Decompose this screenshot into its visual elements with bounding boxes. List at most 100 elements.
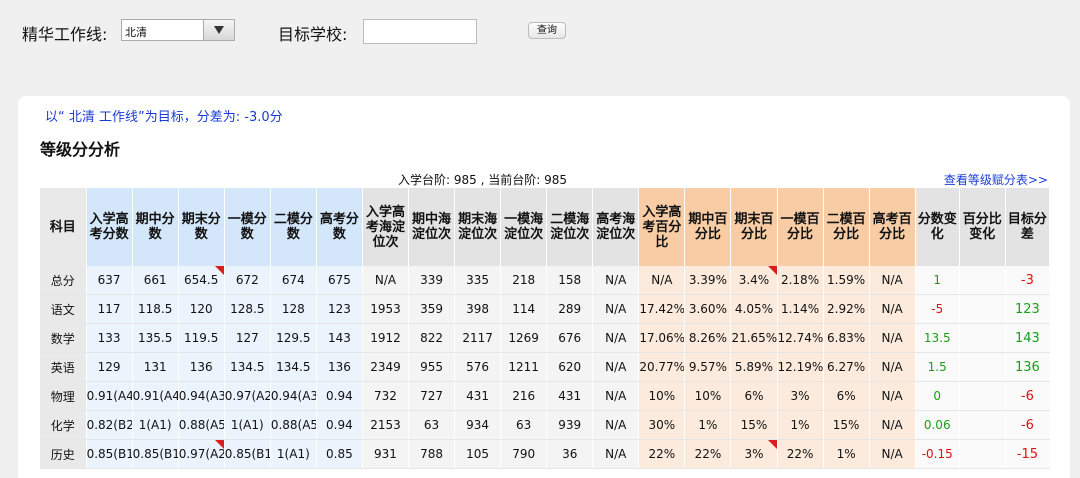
cell-value: 0.94 [326,389,353,403]
table-cell: 790 [500,439,548,469]
cell-value: 20.77% [639,360,685,374]
cell-value: 化学 [50,418,75,433]
query-button[interactable]: 查询 [528,22,566,39]
table-cell: 12.74% [777,323,824,353]
cell-value: 0.91(A4) [86,389,132,403]
table-cell: 620 [546,352,594,382]
table-cell: 955 [408,352,456,382]
table-cell: 3% [777,381,824,411]
table-cell: 133 [86,323,133,353]
cell-value: -6 [1020,388,1034,404]
table-cell: N/A [592,352,640,382]
cell-value: 22% [648,447,676,461]
comment-flag-icon[interactable] [214,266,224,275]
cell-value: 119.5 [184,331,219,345]
cell-value: 934 [466,418,490,432]
cell-value: 物理 [50,389,75,404]
table-cell: 36 [546,439,594,469]
table-cell [959,323,1006,353]
cell-value: 674 [281,273,305,287]
table-cell: N/A [592,439,640,469]
cell-value: 1912 [370,331,401,345]
table-cell: 0.94 [316,410,363,440]
table-cell: 1 [915,266,960,295]
cell-value: 117 [97,302,121,316]
table-cell: N/A [869,381,916,411]
cell-value: -15 [1016,446,1039,462]
cell-value: 1(A1) [138,418,172,432]
table-cell [959,439,1006,469]
table-cell: 1912 [362,323,410,353]
table-cell: 3% [730,439,778,469]
table-cell: 1.5 [915,352,960,382]
cell-value: N/A [881,273,903,287]
table-cell: N/A [638,266,686,295]
chevron-down-icon[interactable] [203,20,234,40]
table-cell: 0.85 [316,439,363,469]
table-row: 历史0.85(B1)0.85(B1)0.97(A2)0.85(B1)1(A1)0… [40,439,1051,469]
cell-value: 128 [281,302,305,316]
table-cell: 15% [823,410,870,440]
cell-value: 1953 [370,302,401,316]
column-header: 高考分数 [316,188,363,266]
cell-value: 143 [327,331,351,345]
column-header: 科目 [40,188,87,266]
cell-value: N/A [881,360,903,374]
cell-value: N/A [881,302,903,316]
table-cell: 398 [454,294,502,324]
subject-name-cell: 语文 [40,294,87,324]
grade-analysis-table: 科目 入学高考分数 期中分数 期末分数 一模分数 二模分数 高考分数 入学高考海淀位次 期中海淀… [40,188,1051,469]
column-header: 一模分数 [224,188,271,266]
table-cell: 136 [316,352,363,382]
cell-value: N/A [605,302,627,316]
target-school-input[interactable] [363,19,477,44]
table-cell: 12.19% [777,352,824,382]
table-cell: 1211 [500,352,548,382]
cell-value: 0.97(A2) [178,447,224,461]
column-header: 期末百分比 [730,188,778,266]
table-cell: 118.5 [132,294,179,324]
table-cell: 672 [224,266,271,295]
cell-value: 398 [466,302,490,316]
cell-value: 0.94(A3) [178,389,224,403]
table-cell: 1269 [500,323,548,353]
cell-value: 4.05% [734,302,774,316]
column-header: 二模分数 [270,188,317,266]
cell-value: 0.85(B1) [132,447,178,461]
cell-value: N/A [605,331,627,345]
table-cell: 6% [730,381,778,411]
table-cell: 4.05% [730,294,778,324]
cell-value: 历史 [50,447,75,462]
table-cell [959,294,1006,324]
cell-value: 15% [832,418,860,432]
comment-flag-icon[interactable] [767,440,776,449]
cell-value: 36 [562,447,578,461]
view-grade-table-link[interactable]: 查看等级赋分表>> [944,171,1048,188]
table-cell: N/A [362,266,410,295]
table-cell: 105 [454,439,502,469]
cell-value: 339 [420,273,443,287]
table-cell: 0.88(A5) [178,410,225,440]
table-cell: 0.94(A3) [178,381,225,411]
table-cell: 218 [500,266,548,295]
cell-value: 2117 [462,331,493,345]
comment-flag-icon[interactable] [767,266,776,275]
column-header: 期中分数 [132,188,179,266]
table-cell: 136 [178,352,225,382]
comment-flag-icon[interactable] [214,440,224,449]
table-cell: 931 [362,439,410,469]
cell-value: 123 [327,302,351,316]
column-header: 高考海淀位次 [592,188,640,266]
table-cell: 10% [684,381,732,411]
cell-value: 63 [516,418,532,432]
cell-value: N/A [881,331,903,345]
table-cell: 20.77% [638,352,686,382]
table-cell: 134.5 [224,352,271,382]
column-header: 期末海淀位次 [454,188,502,266]
cell-value: 131 [143,360,167,374]
table-cell: 127 [224,323,271,353]
subject-name-cell: 总分 [40,266,87,295]
table-cell: 128 [270,294,317,324]
cell-value: 8.26% [688,331,727,345]
workline-select[interactable]: 北清 [121,19,235,41]
